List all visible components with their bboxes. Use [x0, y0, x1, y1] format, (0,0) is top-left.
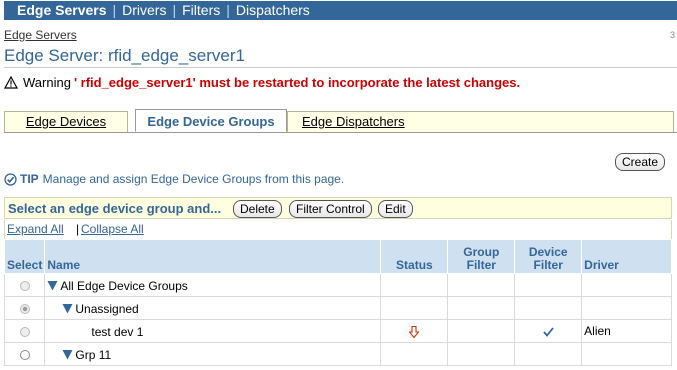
nav-filters[interactable]: Filters — [182, 2, 220, 18]
driver-cell — [581, 273, 672, 297]
name-cell: test dev 1 — [44, 319, 382, 343]
col-header-driver: Driver — [581, 239, 672, 274]
table-row: Grp 11 — [3, 342, 672, 366]
col-header-group-filter: Group Filter — [447, 239, 516, 274]
group-filter-cell — [447, 342, 516, 366]
warning-label: Warning — [23, 75, 71, 90]
device-filter-cell — [514, 319, 583, 343]
tip-text: Manage and assign Edge Device Groups fro… — [42, 172, 345, 186]
header-line: Filter — [533, 258, 563, 272]
select-cell — [3, 296, 46, 320]
col-header-name: Name — [44, 239, 382, 274]
subtabs: Edge Devices Edge Device Groups Edge Dis… — [4, 109, 677, 133]
create-button[interactable]: Create — [615, 153, 666, 171]
nav-separator: | — [112, 2, 117, 18]
tab-edge-devices[interactable]: Edge Devices — [4, 111, 128, 132]
selection-prompt: Select an edge device group and... — [8, 201, 222, 216]
tab-edge-dispatchers[interactable]: Edge Dispatchers — [287, 111, 674, 132]
table-row: test dev 1 Alien — [3, 319, 672, 343]
select-cell — [3, 342, 46, 366]
status-cell — [380, 273, 449, 297]
expand-all-link[interactable]: Expand All — [7, 220, 64, 239]
row-radio[interactable] — [19, 349, 30, 360]
device-filter-cell — [514, 296, 583, 320]
header-line: Filter — [466, 258, 496, 272]
expanded-triangle-icon[interactable] — [62, 349, 73, 360]
row-name: test dev 1 — [91, 324, 144, 339]
tab-baseline — [4, 132, 677, 133]
corner-mark: 3 — [669, 30, 675, 40]
name-cell: All Edge Device Groups — [44, 273, 382, 297]
row-radio[interactable] — [19, 280, 30, 291]
row-name: Grp 11 — [75, 347, 112, 362]
name-cell: Unassigned — [44, 296, 382, 320]
filter-control-button[interactable]: Filter Control — [289, 200, 372, 218]
expand-collapse-bar: Expand All | Collapse All — [4, 220, 672, 239]
col-header-device-filter: Device Filter — [514, 239, 583, 274]
row-radio[interactable] — [19, 303, 30, 314]
device-filter-cell — [514, 273, 583, 297]
driver-cell — [581, 342, 672, 366]
table-row: All Edge Device Groups — [3, 273, 672, 297]
tip-label: TIP — [20, 172, 39, 186]
group-filter-cell — [447, 319, 516, 343]
name-cell: Grp 11 — [44, 342, 382, 366]
status-cell — [380, 319, 449, 343]
tab-edge-device-groups[interactable]: Edge Device Groups — [135, 109, 287, 132]
device-groups-table: Select Name Status Group Filter Device Fil… — [3, 239, 672, 366]
delete-button[interactable]: Delete — [233, 200, 282, 218]
nav-separator: | — [226, 2, 230, 18]
tab-label: Edge Device Groups — [147, 114, 275, 129]
row-name: All Edge Device Groups — [60, 278, 188, 293]
collapse-all-link[interactable]: Collapse All — [81, 220, 144, 239]
col-header-select: Select — [3, 239, 46, 274]
group-filter-cell — [447, 296, 516, 320]
group-filter-cell — [447, 273, 516, 297]
nav-drivers[interactable]: Drivers — [122, 2, 166, 18]
expanded-triangle-icon[interactable] — [47, 280, 58, 291]
title-divider — [4, 67, 677, 68]
col-header-status: Status — [380, 239, 449, 274]
selection-control-bar: Select an edge device group and... Delet… — [4, 197, 672, 219]
table-header-row: Select Name Status Group Filter Device Fil… — [3, 239, 672, 274]
row-radio[interactable] — [19, 326, 30, 337]
breadcrumb-edge-servers[interactable]: Edge Servers — [4, 28, 77, 42]
warning-text: ' rfid_edge_server1' must be restarted t… — [73, 75, 521, 90]
checkmark-circle-icon — [4, 172, 17, 186]
expanded-triangle-icon[interactable] — [62, 303, 73, 314]
row-name: Unassigned — [75, 301, 139, 316]
select-cell — [3, 319, 46, 343]
checkmark-icon — [543, 327, 554, 337]
status-cell — [380, 296, 449, 320]
edit-button[interactable]: Edit — [378, 200, 413, 218]
page-title: Edge Server: rfid_edge_server1 — [4, 46, 245, 65]
driver-cell: Alien — [581, 319, 672, 343]
top-nav-bar: Edge Servers | Drivers | Filters | Dispatchers — [4, 1, 677, 20]
select-cell — [3, 273, 46, 297]
warning-message: Warning ' rfid_edge_server1' must be res… — [4, 75, 520, 90]
tip-message: TIP Manage and assign Edge Device Groups… — [4, 172, 344, 186]
table-row: Unassigned — [3, 296, 672, 320]
header-line: Group — [463, 245, 500, 259]
nav-separator: | — [172, 2, 177, 18]
header-line: Device — [528, 245, 568, 259]
nav-dispatchers[interactable]: Dispatchers — [236, 2, 310, 18]
nav-edge-servers[interactable]: Edge Servers — [17, 2, 107, 18]
warning-triangle-icon — [4, 76, 18, 89]
driver-cell — [581, 296, 672, 320]
tab-label: Edge Devices — [25, 114, 107, 129]
link-separator: | — [76, 222, 80, 236]
status-cell — [380, 342, 449, 366]
tab-label: Edge Dispatchers — [302, 114, 405, 129]
device-filter-cell — [514, 342, 583, 366]
down-arrow-icon — [408, 325, 421, 339]
